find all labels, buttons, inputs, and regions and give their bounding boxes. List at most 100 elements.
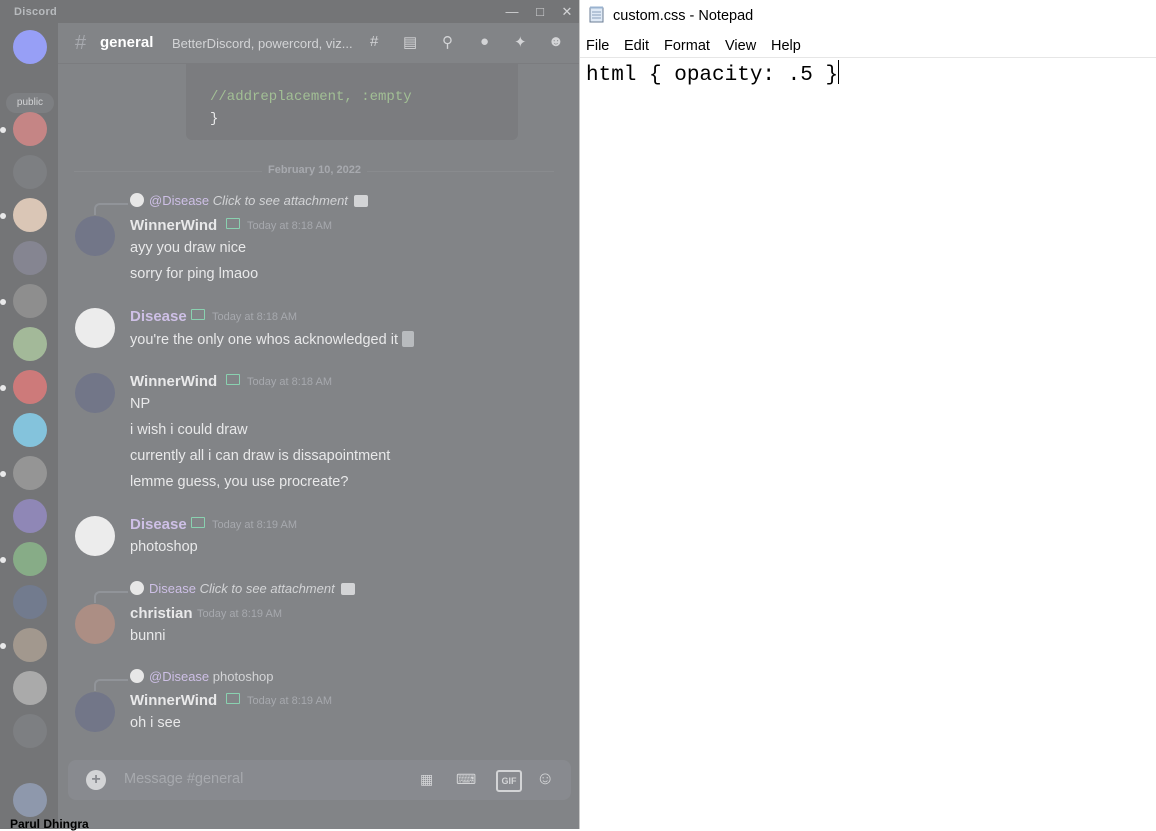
avatar[interactable] [75,692,115,732]
reply-preview[interactable]: @Disease photoshop [130,669,274,684]
menu-separator [580,57,1156,58]
avatar[interactable] [75,373,115,413]
reply-mention[interactable]: @Disease [149,669,209,684]
message-input[interactable]: Message #general [124,771,243,787]
server-icon[interactable] [13,714,47,748]
menu-help[interactable]: Help [771,38,801,54]
unread-pip [0,127,6,133]
reply-text: photoshop [212,669,274,684]
notes-icon[interactable]: ▤ [403,33,417,51]
image-icon [353,195,368,207]
server-icon[interactable] [13,370,47,404]
date-divider-label: February 10, 2022 [262,164,367,176]
message-text: ayy you draw nice [130,240,247,256]
code-line: //addreplacement, :empty [210,89,412,105]
close-icon[interactable]: ✕ [555,3,579,21]
message-timestamp: Today at 8:19 AM [197,608,282,620]
minimize-icon[interactable]: — [500,3,524,21]
message-text: bunni [130,628,166,644]
discord-window: Discord — □ ✕ public # general BetterDis… [0,0,579,829]
avatar[interactable] [75,216,115,256]
unread-pip [0,299,6,305]
gif-button[interactable]: GIF [496,770,522,792]
folder-icon[interactable] [13,155,47,189]
channel-header: # general BetterDiscord, powercord, viz.… [58,23,579,64]
discord-titlebar: Discord — □ ✕ [0,0,579,23]
message-text: i wish i could draw [130,422,248,438]
menu-format[interactable]: Format [664,38,710,54]
unread-pip [0,213,6,219]
image-icon [340,583,355,595]
discord-home-icon[interactable] [13,30,47,64]
server-folder-public[interactable]: public [6,93,54,113]
members-icon[interactable]: ☻ [548,33,564,50]
threads-icon[interactable]: # [370,33,378,50]
reply-mention[interactable]: @Disease [149,193,209,208]
server-icon[interactable] [13,671,47,705]
desktop-icon [226,374,240,385]
upload-plus-icon[interactable]: + [86,770,106,790]
reply-mention[interactable]: Disease [149,581,196,596]
reply-preview[interactable]: Disease Click to see attachment [130,581,355,596]
reply-connector [94,591,128,603]
text-caret [838,60,840,84]
message-author[interactable]: WinnerWind [130,692,217,709]
reply-preview[interactable]: @Disease Click to see attachment [130,193,368,208]
server-icon[interactable] [13,628,47,662]
message-text: photoshop [130,539,198,555]
desktop-icon [226,218,240,229]
keyboard-icon[interactable]: ⌨ [456,771,476,788]
desktop-icon [226,693,240,704]
server-icon[interactable] [13,284,47,318]
server-icon[interactable] [13,327,47,361]
code-line: } [210,111,219,127]
server-icon[interactable] [13,456,47,490]
message-author[interactable]: Disease [130,516,187,533]
message-text: NP [130,396,151,412]
message-author[interactable]: WinnerWind [130,217,217,234]
pin-icon[interactable]: ✦ [514,33,527,51]
discord-brand: Discord [14,6,58,18]
server-icon[interactable] [13,198,47,232]
reply-text: Click to see attachment [199,581,335,596]
profile-icon[interactable]: ● [480,33,489,50]
avatar[interactable] [75,308,115,348]
user-avatar[interactable] [13,783,47,817]
server-icon[interactable] [13,499,47,533]
menu-edit[interactable]: Edit [624,38,649,54]
server-icon[interactable] [13,542,47,576]
message-author[interactable]: christian [130,605,193,622]
unread-pip [0,643,6,649]
translate-icon[interactable]: ▦ [420,771,433,788]
hashtag-icon: # [75,32,87,54]
message-text: lemme guess, you use procreate? [130,474,349,490]
maximize-icon[interactable]: □ [528,3,552,21]
channel-topic[interactable]: BetterDiscord, powercord, viz... [172,36,362,51]
search-icon[interactable]: ⚲ [442,33,453,51]
message-timestamp: Today at 8:18 AM [212,311,297,323]
message-author[interactable]: Disease [130,308,187,325]
server-icon[interactable] [13,241,47,275]
avatar[interactable] [75,516,115,556]
server-icon[interactable] [13,413,47,447]
menu-view[interactable]: View [725,38,756,54]
reply-connector [94,679,128,691]
avatar[interactable] [75,604,115,644]
desktop-icon [191,309,205,320]
server-icon[interactable] [13,112,47,146]
code-block: //addreplacement, :empty } [186,63,518,140]
message-text: you're the only one whos acknowledged it [130,331,414,348]
server-list: public [0,23,58,829]
message-composer: + Message #general ▦ ⌨ GIF ☺ [68,760,571,800]
reply-avatar [130,669,144,683]
message-author[interactable]: WinnerWind [130,373,217,390]
emoji-icon[interactable]: ☺ [536,768,554,789]
server-icon[interactable] [13,585,47,619]
message-text: sorry for ping lmaoo [130,266,259,282]
unread-pip [0,557,6,563]
menu-file[interactable]: File [586,38,609,54]
moai-emoji-icon [402,331,414,347]
unread-pip [0,385,6,391]
text-editor[interactable]: html { opacity: .5 } [586,60,840,87]
reply-avatar [130,193,144,207]
